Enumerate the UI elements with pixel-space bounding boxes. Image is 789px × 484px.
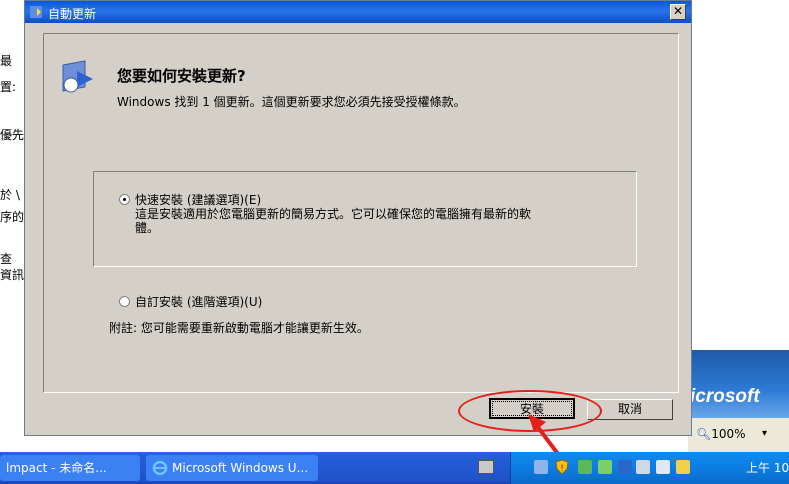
restart-note: 附註: 您可能需要重新啟動電腦才能讓更新生效。 bbox=[109, 321, 369, 335]
custom-install-radio[interactable] bbox=[119, 296, 130, 307]
shield-update-icon bbox=[30, 6, 42, 18]
background-window-right bbox=[690, 20, 789, 350]
svg-text:!: ! bbox=[560, 464, 564, 474]
update-icon[interactable] bbox=[578, 460, 592, 474]
custom-install-label[interactable]: 自訂安裝 (進階選項)(U) bbox=[135, 293, 262, 310]
zoom-value: 100% bbox=[711, 427, 746, 441]
internet-explorer-icon bbox=[152, 460, 168, 476]
auto-update-dialog: 自動更新 ✕ 您要如何安裝更新? Windows 找到 1 個更新。這個更新要求… bbox=[24, 0, 692, 436]
express-desc-line2: 體。 bbox=[135, 221, 160, 235]
express-install-radio[interactable] bbox=[119, 194, 130, 205]
background-text: 最 bbox=[0, 54, 13, 68]
lock-icon[interactable] bbox=[676, 460, 690, 474]
taskbar-clock[interactable]: 上午 10:03 bbox=[746, 459, 789, 476]
express-install-label[interactable]: 快速安裝 (建議選項)(E) bbox=[135, 191, 261, 208]
zoom-icon: 🔍︎ bbox=[696, 427, 712, 441]
background-text: 置: bbox=[0, 80, 17, 94]
windows-update-icon bbox=[62, 60, 93, 93]
express-install-description: 這是安裝適用於您電腦更新的簡易方式。它可以確保您的電腦擁有最新的軟 體。 bbox=[135, 207, 531, 235]
dialog-title: 自動更新 bbox=[48, 7, 97, 21]
taskbar-item-impact[interactable]: lmpact - 未命名... bbox=[0, 455, 140, 481]
display-icon[interactable] bbox=[618, 460, 632, 474]
dialog-heading: 您要如何安裝更新? bbox=[117, 67, 246, 85]
monitor-icon[interactable] bbox=[656, 460, 670, 474]
volume-icon[interactable] bbox=[636, 460, 650, 474]
background-text: 查 bbox=[0, 252, 13, 266]
close-button[interactable]: ✕ bbox=[670, 4, 686, 20]
security-shield-icon[interactable]: ! bbox=[554, 459, 570, 475]
zoom-dropdown-icon[interactable]: ▾ bbox=[762, 428, 767, 439]
messenger-icon[interactable] bbox=[598, 460, 612, 474]
zoom-level[interactable]: 🔍︎100% bbox=[696, 427, 746, 441]
microsoft-logo-text: icrosoft bbox=[690, 386, 760, 407]
background-text: 序的 bbox=[0, 210, 25, 224]
keyboard-icon[interactable] bbox=[478, 460, 494, 474]
background-text: 優先 bbox=[0, 128, 25, 142]
dialog-subtext: Windows 找到 1 個更新。這個更新要求您必須先接受授權條款。 bbox=[117, 95, 466, 109]
network-icon[interactable] bbox=[534, 460, 548, 474]
express-desc-line1: 這是安裝適用於您電腦更新的簡易方式。它可以確保您的電腦擁有最新的軟 bbox=[135, 207, 532, 221]
background-text: 資訊 bbox=[0, 268, 25, 282]
taskbar-item-ie[interactable]: Microsoft Windows U... bbox=[146, 455, 318, 481]
background-text: 於 \ bbox=[0, 188, 20, 202]
dialog-titlebar[interactable]: 自動更新 ✕ bbox=[25, 1, 691, 23]
